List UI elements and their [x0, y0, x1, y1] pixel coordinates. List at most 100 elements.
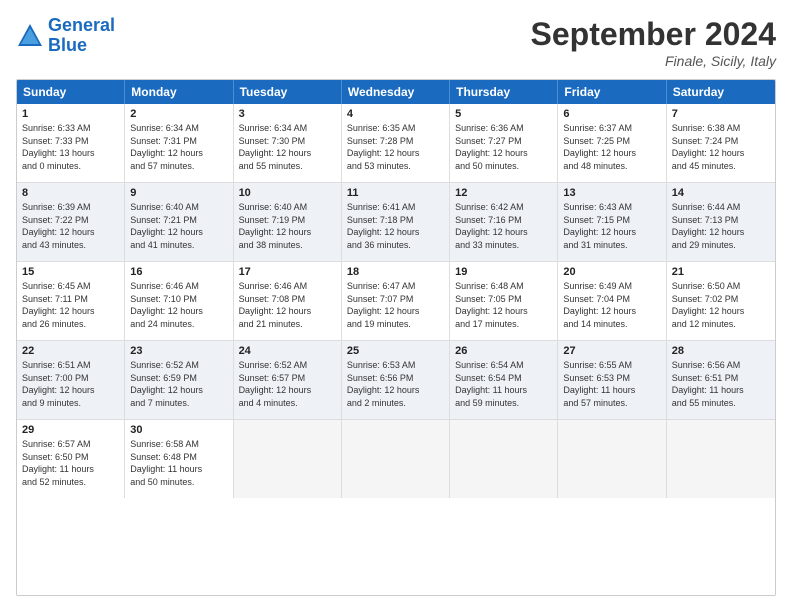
day-info: Sunrise: 6:40 AM Sunset: 7:21 PM Dayligh…	[130, 201, 227, 251]
day-cell-20: 20 Sunrise: 6:49 AM Sunset: 7:04 PM Dayli…	[558, 262, 666, 340]
calendar-body: 1Sunrise: 6:33 AM Sunset: 7:33 PM Daylig…	[17, 104, 775, 498]
day-number: 29	[22, 424, 119, 436]
day-cell-2: 2 Sunrise: 6:34 AM Sunset: 7:31 PM Daylig…	[125, 104, 233, 182]
day-cell-16: 16Sunrise: 6:46 AM Sunset: 7:10 PM Dayli…	[125, 262, 233, 340]
calendar-week-5: 29 Sunrise: 6:57 AM Sunset: 6:50 PM Dayli…	[17, 420, 775, 498]
day-cell-27: 27 Sunrise: 6:55 AM Sunset: 6:53 PM Dayli…	[558, 341, 666, 419]
day-info: Sunrise: 6:40 AM Sunset: 7:19 PM Dayligh…	[239, 201, 336, 251]
day-cell-5: 5 Sunrise: 6:36 AM Sunset: 7:27 PM Daylig…	[450, 104, 558, 182]
day-number: 16	[130, 266, 227, 278]
day-info: Sunrise: 6:37 AM Sunset: 7:25 PM Dayligh…	[563, 122, 660, 172]
logo-line2: Blue	[48, 35, 87, 55]
title-section: September 2024 Finale, Sicily, Italy	[531, 16, 776, 69]
day-cell-24: 24 Sunrise: 6:52 AM Sunset: 6:57 PM Dayli…	[234, 341, 342, 419]
day-cell-29: 29 Sunrise: 6:57 AM Sunset: 6:50 PM Dayli…	[17, 420, 125, 498]
weekday-header-friday: Friday	[558, 80, 666, 104]
day-info: Sunrise: 6:56 AM Sunset: 6:51 PM Dayligh…	[672, 359, 770, 409]
empty-cell	[667, 420, 775, 498]
day-cell-7: 7 Sunrise: 6:38 AM Sunset: 7:24 PM Daylig…	[667, 104, 775, 182]
location: Finale, Sicily, Italy	[531, 53, 776, 69]
empty-cell	[234, 420, 342, 498]
calendar-week-1: 1Sunrise: 6:33 AM Sunset: 7:33 PM Daylig…	[17, 104, 775, 183]
weekday-header-sunday: Sunday	[17, 80, 125, 104]
weekday-header-tuesday: Tuesday	[234, 80, 342, 104]
day-info: Sunrise: 6:55 AM Sunset: 6:53 PM Dayligh…	[563, 359, 660, 409]
day-cell-12: 12Sunrise: 6:42 AM Sunset: 7:16 PM Dayli…	[450, 183, 558, 261]
day-number: 4	[347, 108, 444, 120]
day-number: 3	[239, 108, 336, 120]
logo-line1: General	[48, 15, 115, 35]
day-info: Sunrise: 6:48 AM Sunset: 7:05 PM Dayligh…	[455, 280, 552, 330]
day-info: Sunrise: 6:49 AM Sunset: 7:04 PM Dayligh…	[563, 280, 660, 330]
day-number: 6	[563, 108, 660, 120]
day-cell-26: 26 Sunrise: 6:54 AM Sunset: 6:54 PM Dayli…	[450, 341, 558, 419]
day-cell-25: 25Sunrise: 6:53 AM Sunset: 6:56 PM Dayli…	[342, 341, 450, 419]
empty-cell	[450, 420, 558, 498]
day-number: 22	[22, 345, 119, 357]
day-info: Sunrise: 6:47 AM Sunset: 7:07 PM Dayligh…	[347, 280, 444, 330]
empty-cell	[342, 420, 450, 498]
day-number: 14	[672, 187, 770, 199]
day-number: 25	[347, 345, 444, 357]
day-info: Sunrise: 6:52 AM Sunset: 6:59 PM Dayligh…	[130, 359, 227, 409]
day-cell-15: 15 Sunrise: 6:45 AM Sunset: 7:11 PM Dayli…	[17, 262, 125, 340]
header: General Blue September 2024 Finale, Sici…	[16, 16, 776, 69]
day-info: Sunrise: 6:46 AM Sunset: 7:08 PM Dayligh…	[239, 280, 336, 330]
day-number: 27	[563, 345, 660, 357]
day-number: 5	[455, 108, 552, 120]
weekday-header-saturday: Saturday	[667, 80, 775, 104]
day-info: Sunrise: 6:54 AM Sunset: 6:54 PM Dayligh…	[455, 359, 552, 409]
calendar-week-3: 15 Sunrise: 6:45 AM Sunset: 7:11 PM Dayli…	[17, 262, 775, 341]
day-cell-1: 1Sunrise: 6:33 AM Sunset: 7:33 PM Daylig…	[17, 104, 125, 182]
day-cell-4: 4 Sunrise: 6:35 AM Sunset: 7:28 PM Daylig…	[342, 104, 450, 182]
page: General Blue September 2024 Finale, Sici…	[0, 0, 792, 612]
day-cell-19: 19 Sunrise: 6:48 AM Sunset: 7:05 PM Dayli…	[450, 262, 558, 340]
logo-text: General Blue	[48, 16, 115, 56]
day-cell-9: 9 Sunrise: 6:40 AM Sunset: 7:21 PM Daylig…	[125, 183, 233, 261]
day-info: Sunrise: 6:45 AM Sunset: 7:11 PM Dayligh…	[22, 280, 119, 330]
day-number: 8	[22, 187, 119, 199]
day-info: Sunrise: 6:39 AM Sunset: 7:22 PM Dayligh…	[22, 201, 119, 251]
day-cell-18: 18Sunrise: 6:47 AM Sunset: 7:07 PM Dayli…	[342, 262, 450, 340]
day-cell-17: 17Sunrise: 6:46 AM Sunset: 7:08 PM Dayli…	[234, 262, 342, 340]
day-info: Sunrise: 6:51 AM Sunset: 7:00 PM Dayligh…	[22, 359, 119, 409]
day-number: 2	[130, 108, 227, 120]
weekday-header-monday: Monday	[125, 80, 233, 104]
day-info: Sunrise: 6:36 AM Sunset: 7:27 PM Dayligh…	[455, 122, 552, 172]
day-info: Sunrise: 6:44 AM Sunset: 7:13 PM Dayligh…	[672, 201, 770, 251]
day-cell-30: 30Sunrise: 6:58 AM Sunset: 6:48 PM Dayli…	[125, 420, 233, 498]
day-info: Sunrise: 6:41 AM Sunset: 7:18 PM Dayligh…	[347, 201, 444, 251]
day-info: Sunrise: 6:34 AM Sunset: 7:31 PM Dayligh…	[130, 122, 227, 172]
day-number: 12	[455, 187, 552, 199]
logo: General Blue	[16, 16, 115, 56]
day-number: 13	[563, 187, 660, 199]
logo-icon	[16, 22, 44, 50]
day-info: Sunrise: 6:38 AM Sunset: 7:24 PM Dayligh…	[672, 122, 770, 172]
day-number: 23	[130, 345, 227, 357]
month-title: September 2024	[531, 16, 776, 53]
day-cell-14: 14 Sunrise: 6:44 AM Sunset: 7:13 PM Dayli…	[667, 183, 775, 261]
day-info: Sunrise: 6:35 AM Sunset: 7:28 PM Dayligh…	[347, 122, 444, 172]
day-number: 19	[455, 266, 552, 278]
day-cell-23: 23 Sunrise: 6:52 AM Sunset: 6:59 PM Dayli…	[125, 341, 233, 419]
day-number: 7	[672, 108, 770, 120]
day-number: 21	[672, 266, 770, 278]
calendar-week-4: 22 Sunrise: 6:51 AM Sunset: 7:00 PM Dayli…	[17, 341, 775, 420]
weekday-header-wednesday: Wednesday	[342, 80, 450, 104]
day-number: 26	[455, 345, 552, 357]
day-info: Sunrise: 6:57 AM Sunset: 6:50 PM Dayligh…	[22, 438, 119, 488]
day-number: 20	[563, 266, 660, 278]
day-number: 30	[130, 424, 227, 436]
day-number: 28	[672, 345, 770, 357]
weekday-header-thursday: Thursday	[450, 80, 558, 104]
day-number: 24	[239, 345, 336, 357]
day-number: 9	[130, 187, 227, 199]
empty-cell	[558, 420, 666, 498]
calendar: SundayMondayTuesdayWednesdayThursdayFrid…	[16, 79, 776, 596]
day-cell-13: 13Sunrise: 6:43 AM Sunset: 7:15 PM Dayli…	[558, 183, 666, 261]
day-cell-8: 8 Sunrise: 6:39 AM Sunset: 7:22 PM Daylig…	[17, 183, 125, 261]
day-number: 15	[22, 266, 119, 278]
day-info: Sunrise: 6:50 AM Sunset: 7:02 PM Dayligh…	[672, 280, 770, 330]
day-info: Sunrise: 6:52 AM Sunset: 6:57 PM Dayligh…	[239, 359, 336, 409]
day-cell-22: 22 Sunrise: 6:51 AM Sunset: 7:00 PM Dayli…	[17, 341, 125, 419]
